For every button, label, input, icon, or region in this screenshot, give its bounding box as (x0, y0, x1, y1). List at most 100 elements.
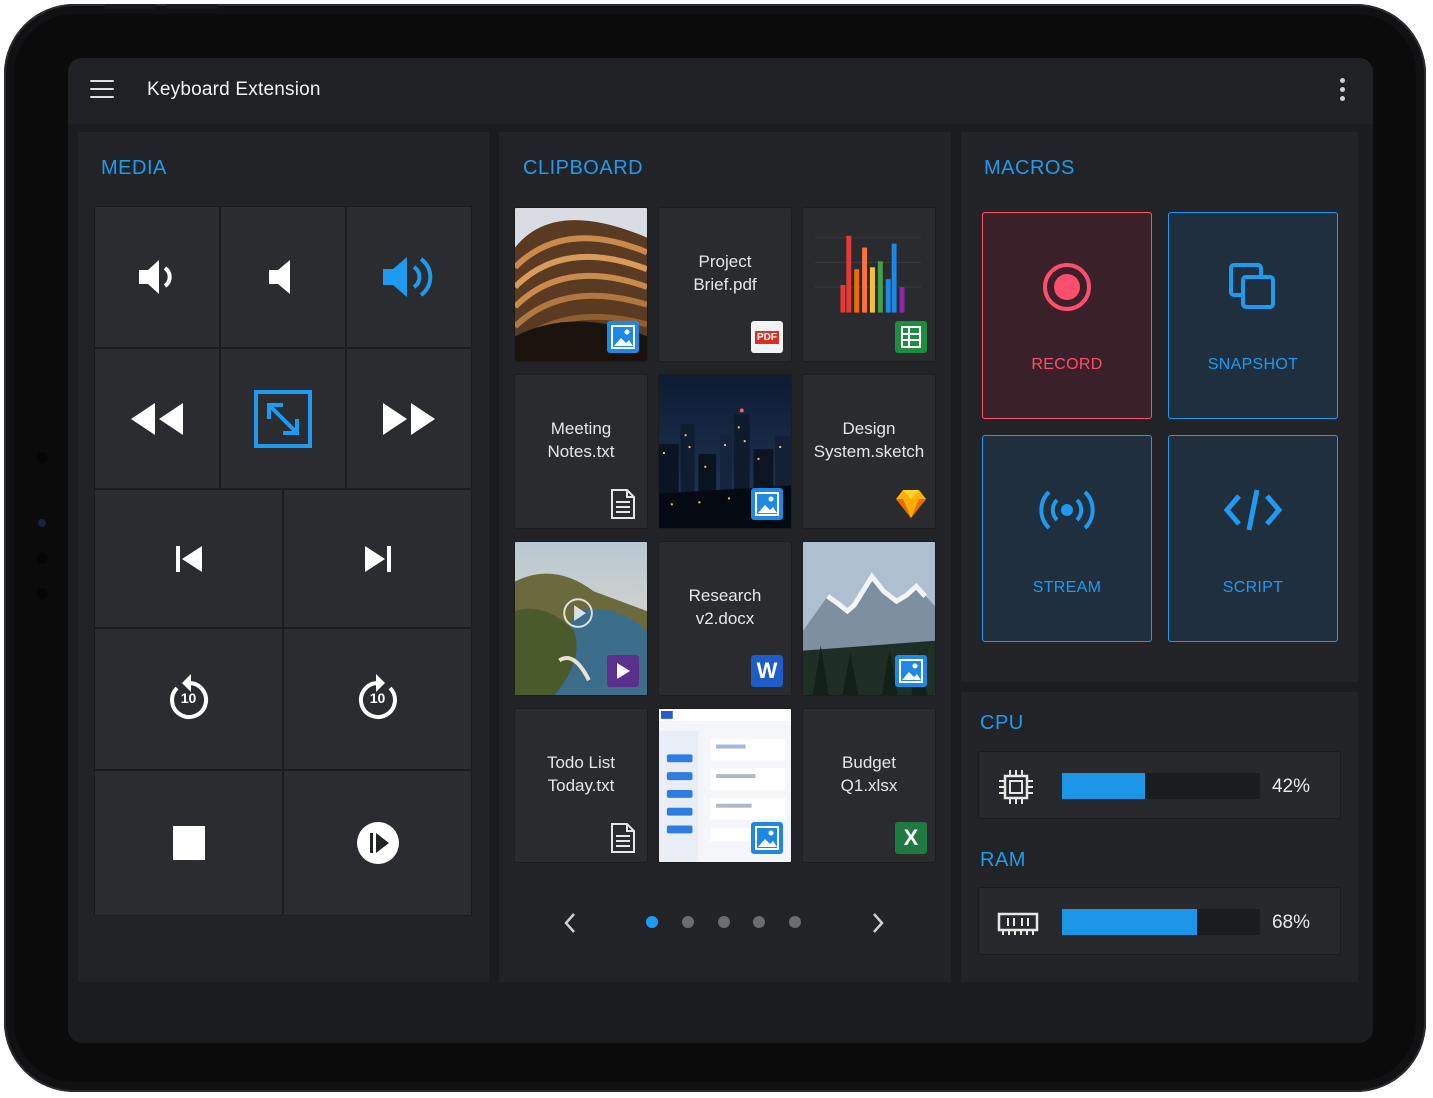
volume-down-icon (139, 260, 172, 294)
app-bar: Keyboard Extension (68, 58, 1373, 124)
sheets-icon (895, 321, 927, 353)
cpu-usage-fill (1062, 773, 1146, 799)
rewind-button[interactable] (94, 348, 220, 489)
snapshot-label: SNAPSHOT (1207, 356, 1299, 373)
play-pause-button[interactable] (283, 770, 472, 916)
code-icon (1223, 489, 1283, 531)
play-pause-icon (356, 822, 399, 864)
stop-icon (172, 826, 205, 860)
page-dot-3[interactable] (718, 916, 730, 928)
clip-file-name: Research v2.docx (688, 586, 762, 628)
tablet-frame: Keyboard Extension MEDIA 10 10 CLIPBOARD… (4, 4, 1426, 1092)
text-file-icon (607, 488, 639, 520)
forward-10-button[interactable]: 10 (283, 628, 472, 770)
clipboard-item-todo-list[interactable]: Todo List Today.txt (514, 708, 648, 863)
image-icon (607, 321, 639, 353)
clipboard-item-image-mountains[interactable] (802, 541, 936, 696)
clip-file-name: Meeting Notes.txt (547, 419, 615, 461)
ram-usage-fill (1062, 909, 1197, 935)
pdf-icon: PDF (751, 321, 783, 353)
media-panel: MEDIA 10 10 (78, 132, 489, 982)
ram-percent: 68% (1271, 912, 1310, 933)
clip-file-name: Todo List Today.txt (546, 753, 616, 795)
word-icon: W (751, 655, 783, 687)
cpu-title: CPU (980, 712, 1024, 734)
clipboard-item-video-coast[interactable] (514, 541, 648, 696)
skip-previous-icon (175, 545, 202, 572)
media-title: MEDIA (101, 157, 167, 179)
record-macro-button[interactable]: RECORD (982, 212, 1152, 419)
clipboard-item-chart-image[interactable] (802, 207, 936, 362)
clipboard-item-project-brief[interactable]: Project Brief.pdf PDF (658, 207, 792, 362)
sensor-dot (36, 588, 48, 600)
chevron-right-icon[interactable] (871, 912, 885, 934)
forward-10-label: 10 (369, 690, 386, 706)
cpu-usage-bar (1062, 773, 1260, 799)
page-dot-4[interactable] (753, 916, 765, 928)
volume-mute-button[interactable] (220, 206, 346, 348)
system-monitor-panel: CPU 42% RAM 68% (961, 692, 1358, 982)
more-options-icon[interactable] (1337, 78, 1347, 104)
record-icon (1043, 263, 1091, 311)
fast-forward-icon (383, 402, 435, 435)
clipboard-item-meeting-notes[interactable]: Meeting Notes.txt (514, 374, 648, 529)
ram-usage-bar (1062, 909, 1260, 935)
ram-title: RAM (980, 849, 1026, 871)
clipboard-panel: CLIPBOARD Project Brief.pdf PDF Meeting … (499, 132, 951, 982)
skip-next-icon (364, 545, 391, 572)
rewind-icon (131, 402, 183, 435)
page-dot-1[interactable] (646, 916, 658, 928)
clip-file-name: Budget Q1.xlsx (840, 753, 898, 795)
video-icon (607, 655, 639, 687)
hardware-button (166, 4, 218, 9)
clip-file-name: Design System.sketch (813, 419, 925, 461)
fullscreen-icon (254, 389, 312, 448)
sensor-dot (36, 552, 48, 564)
clipboard-item-design-system[interactable]: Design System.sketch (802, 374, 936, 529)
macros-panel: MACROS RECORD SNAPSHOT STREAM SCRIPT (961, 132, 1358, 682)
replay-10-button[interactable]: 10 (94, 628, 283, 770)
sensor-dot (36, 452, 48, 464)
image-icon (751, 488, 783, 520)
app-title: Keyboard Extension (147, 79, 321, 100)
memory-icon (997, 912, 1039, 935)
chevron-left-icon[interactable] (563, 912, 577, 934)
sketch-icon (895, 488, 927, 520)
page-dot-5[interactable] (789, 916, 801, 928)
hardware-button (104, 4, 156, 9)
script-label: SCRIPT (1222, 579, 1284, 596)
fast-forward-button[interactable] (346, 348, 472, 489)
excel-icon: X (895, 822, 927, 854)
clipboard-item-budget[interactable]: Budget Q1.xlsx X (802, 708, 936, 863)
camera-lens (38, 519, 46, 527)
cpu-chip-icon (999, 770, 1033, 804)
image-icon (751, 822, 783, 854)
script-macro-button[interactable]: SCRIPT (1168, 435, 1338, 642)
clipboard-title: CLIPBOARD (523, 157, 644, 179)
clipboard-item-image-building[interactable] (514, 207, 648, 362)
cpu-meter: 42% (978, 751, 1341, 819)
clip-file-name: Project Brief.pdf (693, 252, 757, 294)
broadcast-icon (1039, 490, 1095, 530)
volume-mute-icon (269, 260, 290, 294)
stop-button[interactable] (94, 770, 283, 916)
record-label: RECORD (1031, 356, 1103, 373)
menu-icon[interactable] (90, 80, 114, 100)
volume-up-button[interactable] (346, 206, 472, 348)
copy-icon (1229, 263, 1275, 309)
cpu-percent: 42% (1271, 776, 1310, 797)
stream-macro-button[interactable]: STREAM (982, 435, 1152, 642)
volume-down-button[interactable] (94, 206, 220, 348)
app-screen: Keyboard Extension MEDIA 10 10 CLIPBOARD… (68, 58, 1373, 1043)
clipboard-item-screenshot[interactable] (658, 708, 792, 863)
stream-label: STREAM (1032, 579, 1102, 596)
skip-previous-button[interactable] (94, 489, 283, 628)
clipboard-item-research[interactable]: Research v2.docx W (658, 541, 792, 696)
skip-next-button[interactable] (283, 489, 472, 628)
clipboard-item-image-city[interactable] (658, 374, 792, 529)
page-dot-2[interactable] (682, 916, 694, 928)
ram-meter: 68% (978, 887, 1341, 955)
snapshot-macro-button[interactable]: SNAPSHOT (1168, 212, 1338, 419)
fullscreen-button[interactable] (220, 348, 346, 489)
image-icon (895, 655, 927, 687)
